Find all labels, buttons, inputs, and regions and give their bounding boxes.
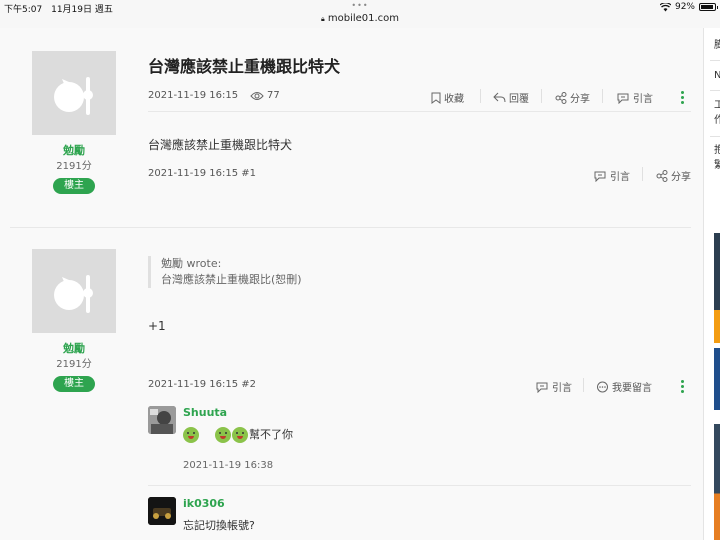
commenter-avatar[interactable] <box>148 497 176 525</box>
default-avatar-icon <box>54 75 93 115</box>
divider <box>602 89 603 103</box>
commenter-name[interactable]: Shuuta <box>183 406 227 419</box>
commenter-avatar[interactable] <box>148 406 176 434</box>
post-body: +1 <box>148 319 166 333</box>
divider <box>148 485 691 486</box>
side-panel-item[interactable]: N <box>714 68 720 83</box>
emoji-sticker-icon <box>232 427 248 443</box>
thread-date: 2021-11-19 16:15 <box>148 90 239 101</box>
bookmark-button[interactable]: 收藏 <box>431 90 464 105</box>
share-icon <box>656 169 668 182</box>
reply-button[interactable]: 回覆 <box>493 90 529 105</box>
comment-text: 忘記切換帳號? <box>183 519 255 532</box>
commenter-photo <box>148 497 176 525</box>
emoji-sticker-icon <box>183 427 199 443</box>
battery-percent: 92% <box>674 2 695 12</box>
post-divider <box>10 227 691 228</box>
address-bar[interactable]: 🔒︎ mobile01.com <box>0 13 720 24</box>
side-panel-item[interactable]: 作 <box>714 113 720 128</box>
status-bar: 下午5:07 11月19日 週五 ••• 🔒︎ mobile01.com 92% <box>0 0 720 28</box>
wifi-icon <box>659 2 671 11</box>
side-panel-item[interactable]: 抱 <box>714 143 720 158</box>
lock-icon: 🔒︎ <box>320 15 325 23</box>
article-thumbnail[interactable] <box>714 348 720 410</box>
quote-author: 勉勵 wrote: <box>161 257 222 270</box>
divider <box>710 136 720 137</box>
comment-text: 幫不了你 <box>183 426 293 443</box>
divider <box>710 60 720 61</box>
share-icon <box>555 91 567 104</box>
divider <box>541 89 542 103</box>
quote-icon <box>594 171 606 182</box>
eye-icon <box>250 91 264 100</box>
post-footer-meta: 2021-11-19 16:15 #1 <box>148 168 257 179</box>
divider <box>148 111 691 112</box>
divider <box>583 378 584 392</box>
more-vertical-icon[interactable] <box>679 380 685 393</box>
quote-button[interactable]: 引言 <box>535 379 572 394</box>
divider <box>710 90 720 91</box>
op-badge: 樓主 <box>53 376 95 392</box>
bookmark-icon <box>431 92 441 104</box>
commenter-photo <box>148 406 176 434</box>
side-panel-item[interactable]: 膨 <box>714 38 720 53</box>
divider <box>642 167 643 181</box>
side-panel-item[interactable]: 工 <box>714 98 720 113</box>
reply-icon <box>493 92 506 103</box>
author-avatar[interactable] <box>32 249 116 333</box>
author-score: 2191分 <box>56 161 92 172</box>
default-avatar-icon <box>54 273 93 313</box>
comment-button[interactable]: 我要留言 <box>596 379 652 394</box>
status-indicators: 92% <box>659 2 718 12</box>
more-vertical-icon[interactable] <box>679 91 685 104</box>
op-badge: 樓主 <box>53 178 95 194</box>
share-button[interactable]: 分享 <box>555 90 590 105</box>
thread-title: 台灣應該禁止重機跟比特犬 <box>148 57 341 76</box>
article-thumbnail[interactable] <box>714 233 720 343</box>
comment-time: 2021-11-19 16:38 <box>183 460 274 471</box>
author-name[interactable]: 勉勵 <box>32 142 116 158</box>
divider <box>480 89 481 103</box>
quote-text: 台灣應該禁止重機跟比(恕刪) <box>161 273 302 286</box>
side-panel-item[interactable]: 繁 <box>714 158 720 173</box>
quote-button[interactable]: 引言 <box>616 90 653 105</box>
commenter-name[interactable]: ik0306 <box>183 497 225 510</box>
author-avatar[interactable] <box>32 51 116 135</box>
quote-icon <box>536 382 548 393</box>
post-body: 台灣應該禁止重機跟比特犬 <box>148 138 293 152</box>
quote-icon <box>617 93 629 104</box>
author-score: 2191分 <box>56 359 92 370</box>
emoji-sticker-icon <box>215 427 231 443</box>
author-name[interactable]: 勉勵 <box>32 340 116 356</box>
browser-grabber[interactable]: ••• <box>0 1 720 10</box>
article-thumbnail[interactable] <box>714 424 720 540</box>
share-button[interactable]: 分享 <box>656 168 691 183</box>
post-footer-meta: 2021-11-19 16:15 #2 <box>148 379 257 390</box>
battery-icon <box>699 3 718 11</box>
quote-block: 勉勵 wrote: 台灣應該禁止重機跟比(恕刪) <box>148 256 302 288</box>
side-panel: 膨 N 工 作 抱 繁 <box>703 28 720 540</box>
comment-icon <box>597 381 608 392</box>
view-count: 77 <box>250 90 280 101</box>
quote-button[interactable]: 引言 <box>593 168 630 183</box>
